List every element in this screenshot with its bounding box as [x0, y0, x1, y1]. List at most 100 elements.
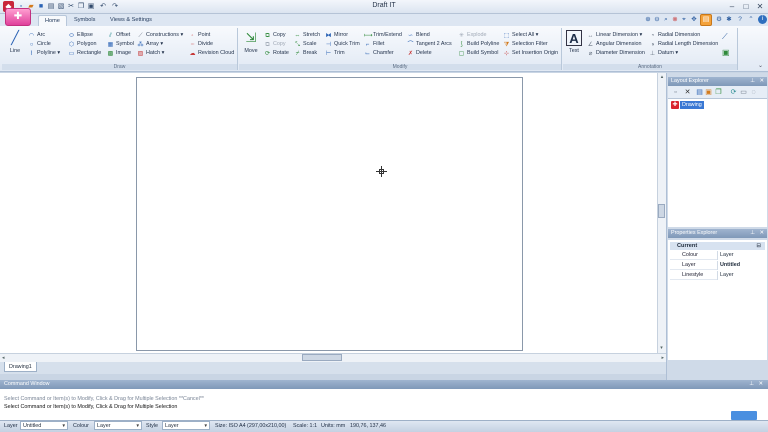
trim-extend-button[interactable]: ⟼Trim/Extend — [364, 31, 402, 40]
open-drawing-icon[interactable]: ▤ — [700, 14, 712, 26]
minimize-ribbon-icon[interactable]: ⌃ — [747, 16, 755, 24]
circle-button[interactable]: ○ Circle — [28, 40, 60, 49]
copy-disabled-button[interactable]: ⧉ Copy — [264, 40, 289, 49]
settings-icon[interactable]: ✱ — [725, 16, 733, 24]
layout-properties-icon[interactable]: ▤ — [695, 88, 704, 97]
print-preview-icon[interactable]: ▧ — [57, 3, 65, 11]
command-prompt-line[interactable]: Select Command or Item(s) to Modify, Cli… — [4, 403, 177, 411]
break-button[interactable]: ⌿ Break — [294, 49, 320, 58]
chamfer-button[interactable]: ⌙ Chamfer — [364, 49, 402, 58]
maximize-icon[interactable]: □ — [739, 1, 753, 12]
select-all-button[interactable]: ⬚ Select All ▾ — [503, 31, 558, 40]
trim-button[interactable]: ⊢ Trim — [325, 49, 360, 58]
command-window-button[interactable] — [731, 411, 757, 420]
colour-select[interactable]: Layer ▼ — [94, 421, 142, 430]
constructions-button[interactable]: ⟋ Constructions ▾ — [137, 31, 183, 40]
options-icon[interactable]: ⚙ — [715, 16, 723, 24]
scale-button[interactable]: ⤡ Scale — [294, 40, 320, 49]
minimize-icon[interactable]: – — [725, 1, 739, 12]
tab-views-settings[interactable]: Views & Settings — [104, 15, 158, 26]
panel-close-icon[interactable]: ✕ — [758, 380, 763, 389]
property-row-linestyle[interactable]: Linestyle Layer — [670, 271, 765, 280]
property-value[interactable]: Untitled — [717, 261, 765, 270]
diameter-dimension-button[interactable]: ⌀ Diameter Dimension — [587, 49, 645, 58]
paste-icon[interactable]: ▣ — [87, 3, 95, 11]
delete-layout-icon[interactable]: ✕ — [683, 88, 692, 97]
property-value[interactable]: Layer — [717, 271, 765, 280]
polygon-button[interactable]: ⬡ Polygon — [68, 40, 101, 49]
tangent-2-arcs-button[interactable]: ⌒ Tangent 2 Arcs — [407, 40, 451, 49]
move-button[interactable]: ⇲ Move — [241, 30, 261, 54]
style-select[interactable]: Layer ▼ — [162, 421, 210, 430]
delete-button[interactable]: ✗ Delete — [407, 49, 452, 58]
stretch-button[interactable]: ⇔ Stretch — [294, 31, 321, 40]
linear-dimension-button[interactable]: ↔ Linear Dimension ▾ — [587, 31, 645, 40]
build-polyline-button[interactable]: ⟆ Build Polyline — [458, 40, 499, 49]
properties-section-current[interactable]: Current ⊟ — [670, 242, 765, 250]
pin-icon[interactable]: ⊥ — [750, 229, 755, 238]
angular-dimension-button[interactable]: ∠ Angular Dimension — [587, 40, 645, 49]
image-button[interactable]: ▩ Image — [107, 49, 134, 58]
cut-icon[interactable]: ✂ — [67, 3, 75, 11]
divide-button[interactable]: ┄ Divide — [189, 40, 234, 49]
hatch-button[interactable]: ▨ Hatch ▾ — [137, 49, 183, 58]
set-insertion-origin-button[interactable]: ⊹ Set Insertion Origin — [503, 49, 558, 58]
zoom-window-icon[interactable]: ⌕ — [662, 16, 670, 24]
tab-home[interactable]: Home — [38, 15, 67, 26]
radial-length-dimension-button[interactable]: ◑ Radial Length Dimension — [649, 40, 719, 49]
drawing-sheet[interactable] — [136, 77, 523, 351]
quick-trim-button[interactable]: ⊣ Quick Trim — [325, 40, 360, 49]
scroll-right-icon[interactable]: ▸ — [661, 354, 664, 362]
scroll-left-icon[interactable]: ◂ — [2, 354, 5, 362]
undo-icon[interactable]: ↶ — [99, 3, 107, 11]
property-value[interactable]: Layer — [717, 251, 765, 260]
selection-filter-button[interactable]: ⧩ Selection Filter — [503, 40, 558, 49]
zoom-out-icon[interactable]: ⊖ — [653, 16, 661, 24]
print-icon[interactable]: ▤ — [47, 3, 55, 11]
property-row-layer[interactable]: Layer Untitled — [670, 261, 765, 270]
new-layout-icon[interactable]: ▫ — [671, 88, 680, 97]
revision-cloud-button[interactable]: ☁ Revision Cloud — [189, 49, 235, 58]
collapse-icon[interactable]: ⊟ — [756, 242, 761, 250]
copy-icon[interactable]: ❐ — [77, 3, 85, 11]
redo-icon[interactable]: ↷ — [111, 3, 119, 11]
annotation-extra-icon[interactable]: ▣ — [722, 48, 732, 58]
scroll-down-icon[interactable]: ▾ — [658, 344, 665, 352]
zoom-in-icon[interactable]: ⊕ — [644, 16, 652, 24]
application-button[interactable]: ✚ — [5, 8, 31, 26]
layout-print-icon[interactable]: ▣ — [704, 88, 713, 97]
help-question-icon[interactable]: ? — [736, 16, 744, 24]
tab-symbols[interactable]: Symbols — [68, 15, 101, 26]
panel-close-icon[interactable]: ✕ — [759, 229, 764, 238]
scroll-up-icon[interactable]: ▴ — [658, 73, 666, 81]
zoom-extents-icon[interactable]: ⊗ — [671, 16, 679, 24]
layout-duplicate-icon[interactable]: ❐ — [714, 88, 723, 97]
radial-dimension-button[interactable]: ◔ Radial Dimension — [649, 31, 718, 40]
rectangle-button[interactable]: ▭ Rectangle — [68, 49, 102, 58]
document-tab[interactable]: Drawing1 — [4, 362, 37, 372]
property-row-colour[interactable]: Colour Layer — [670, 251, 765, 260]
leader-icon[interactable]: ⟋ — [722, 32, 732, 42]
mirror-button[interactable]: ⧓ Mirror — [325, 31, 360, 40]
copy-button[interactable]: ⧉ Copy — [264, 31, 289, 40]
ellipse-button[interactable]: ⬭ Ellipse — [68, 31, 101, 40]
array-button[interactable]: ⁂ Array ▾ — [137, 40, 183, 49]
layout-view-icon[interactable]: ◌ — [749, 88, 758, 97]
blend-button[interactable]: ∽ Blend — [407, 31, 452, 40]
layout-options-icon[interactable]: ▭ — [739, 88, 748, 97]
datum-button[interactable]: ⊥ Datum ▾ — [649, 49, 718, 58]
layer-select[interactable]: Untitled ▼ — [20, 421, 68, 430]
build-symbol-button[interactable]: ▢ Build Symbol — [458, 49, 499, 58]
pin-icon[interactable]: ⊥ — [750, 77, 755, 86]
symbol-button[interactable]: ▦ Symbol — [107, 40, 134, 49]
save-icon[interactable]: ■ — [37, 3, 45, 11]
polyline-button[interactable]: ⌇ Polyline ▾ — [28, 49, 60, 58]
explode-button[interactable]: ✳ Explode — [458, 31, 499, 40]
ribbon-expand-icon[interactable]: ⌄ — [758, 62, 766, 70]
arc-button[interactable]: ◠ Arc — [28, 31, 60, 40]
pin-icon[interactable]: ⊥ — [749, 380, 754, 389]
zoom-previous-icon[interactable]: ⌖ — [680, 16, 688, 24]
horizontal-scroll-thumb[interactable] — [302, 354, 342, 361]
point-button[interactable]: ◦ Point — [189, 31, 234, 40]
text-button[interactable]: A Text — [565, 30, 583, 54]
